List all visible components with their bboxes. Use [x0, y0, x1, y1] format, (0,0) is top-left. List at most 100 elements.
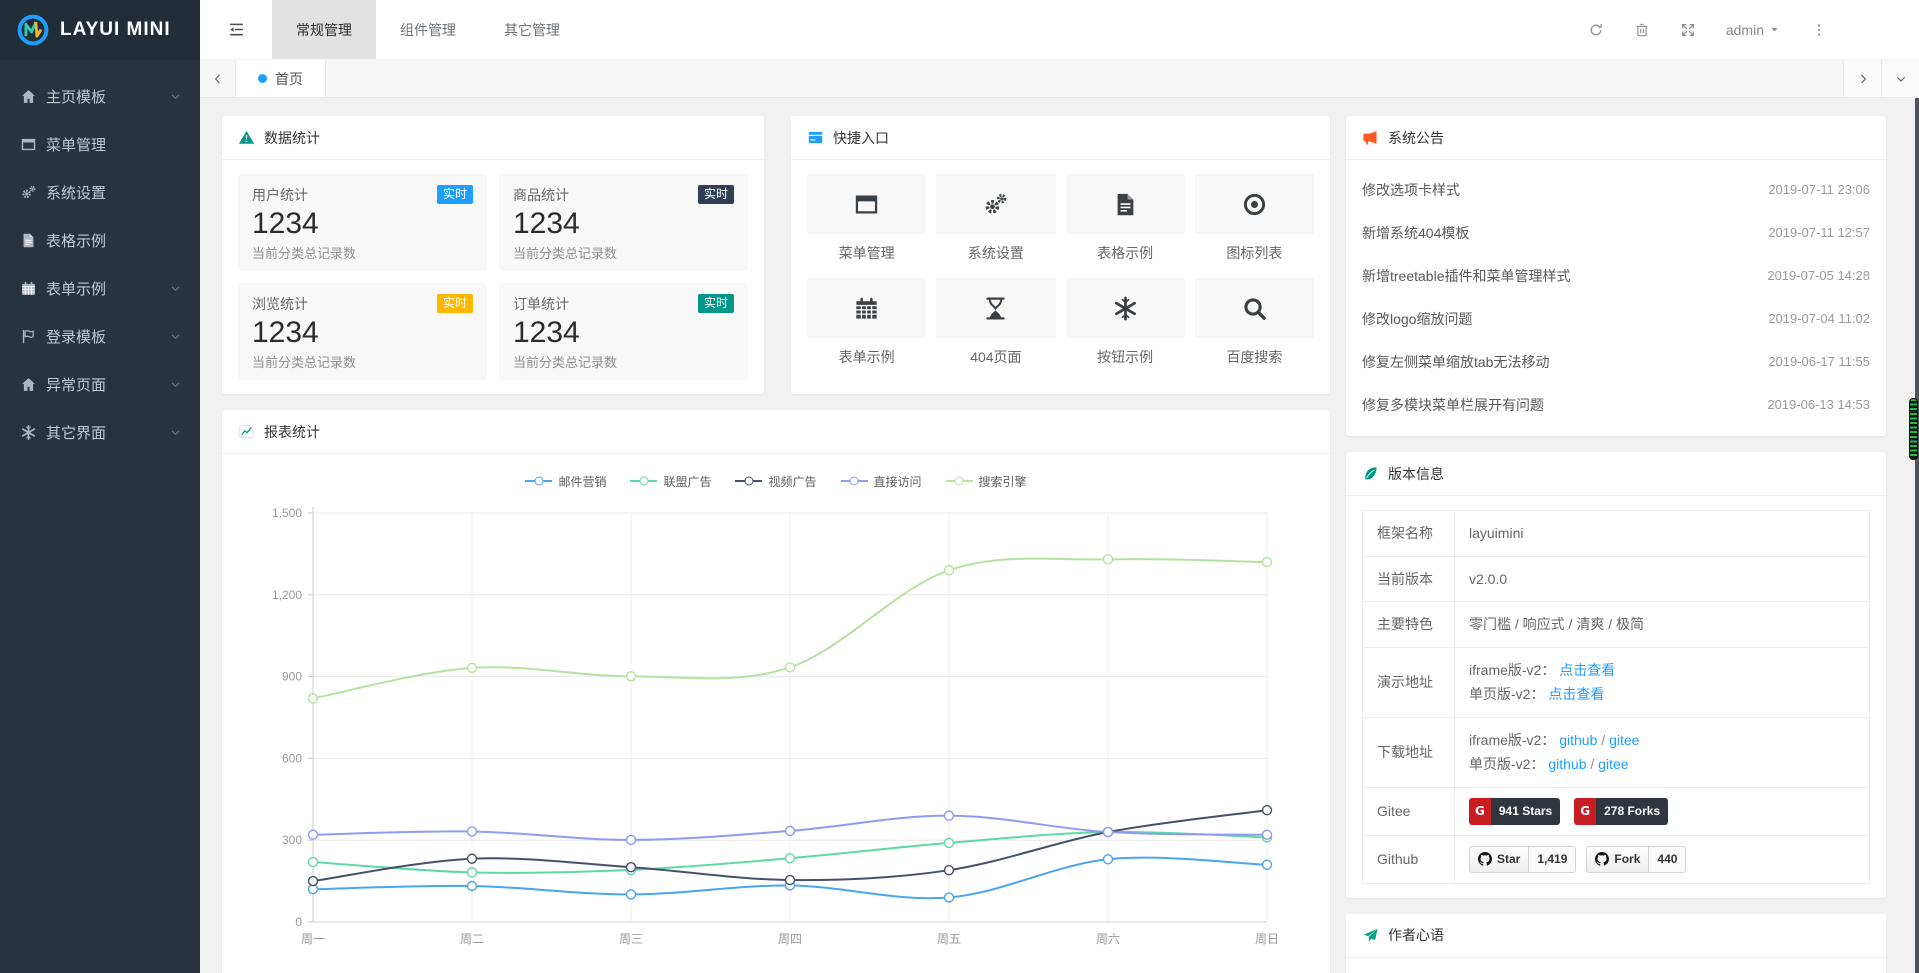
quick-entry[interactable]: 菜单管理 — [807, 174, 926, 263]
stat-label: 商品统计 — [513, 185, 569, 205]
credit-card-icon — [807, 129, 824, 146]
more-menu-icon[interactable] — [1811, 22, 1827, 38]
notice-text: 新增系统404模板 — [1362, 223, 1469, 243]
chevron-down-icon — [169, 330, 182, 343]
quick-entry-box — [936, 278, 1055, 338]
version-row-label: Gitee — [1363, 787, 1455, 835]
sidebar-item[interactable]: 异常页面 — [0, 360, 200, 408]
quick-entry[interactable]: 表格示例 — [1066, 174, 1185, 263]
quick-entry-label: 按钮示例 — [1066, 347, 1185, 367]
notice-card: 系统公告 修改选项卡样式2019-07-11 23:06新增系统404模板201… — [1346, 116, 1886, 436]
quick-entry[interactable]: 404页面 — [936, 278, 1055, 367]
legend-item[interactable]: 直接访问 — [841, 473, 922, 490]
stat-value: 1234 — [252, 314, 473, 352]
tabs-scroll-left-icon[interactable] — [211, 72, 225, 86]
sidebar-item-label: 其它界面 — [46, 422, 169, 443]
search-icon — [1241, 295, 1268, 322]
tabs-dropdown-icon[interactable] — [1894, 72, 1908, 86]
notice-text: 修复左侧菜单缩放tab无法移动 — [1362, 352, 1549, 372]
version-row-label: Github — [1363, 835, 1455, 883]
link[interactable]: gitee — [1609, 732, 1639, 748]
scrollbar-thumb[interactable] — [1909, 398, 1918, 460]
legend-marker — [946, 480, 973, 482]
realtime-badge: 实时 — [437, 294, 473, 313]
quick-entry-label: 表单示例 — [807, 347, 926, 367]
legend-item[interactable]: 联盟广告 — [630, 473, 711, 490]
notice-time: 2019-06-13 14:53 — [1767, 397, 1870, 412]
link[interactable]: github — [1548, 756, 1586, 772]
sidebar-item[interactable]: 表格示例 — [0, 216, 200, 264]
fullscreen-icon[interactable] — [1680, 22, 1696, 38]
gitee-badge[interactable]: G941 Stars — [1469, 798, 1560, 825]
link[interactable]: 点击查看 — [1548, 686, 1604, 702]
notice-text: 新增treetable插件和菜单管理样式 — [1362, 266, 1570, 286]
version-link-line: 单页版-v2： github / gitee — [1469, 752, 1855, 777]
gitee-badge[interactable]: G278 Forks — [1574, 798, 1668, 825]
sidebar-item[interactable]: 表单示例 — [0, 264, 200, 312]
user-dropdown[interactable]: admin — [1726, 22, 1781, 38]
sidebar-item-label: 系统设置 — [46, 182, 182, 203]
top-tab[interactable]: 其它管理 — [480, 0, 584, 59]
file-icon — [1112, 191, 1139, 218]
top-tab[interactable]: 组件管理 — [376, 0, 480, 59]
version-card: 版本信息 框架名称layuimini当前版本v2.0.0主要特色零门槛 / 响应… — [1346, 452, 1886, 898]
legend-label: 联盟广告 — [663, 473, 711, 490]
notice-time: 2019-07-04 11:02 — [1768, 311, 1870, 326]
notice-time: 2019-07-05 14:28 — [1767, 268, 1870, 283]
quick-entry-label: 404页面 — [936, 347, 1055, 367]
sidebar-item[interactable]: 登录模板 — [0, 312, 200, 360]
quick-entry[interactable]: 图标列表 — [1195, 174, 1314, 263]
brand[interactable]: LAYUI MINI — [0, 0, 200, 60]
quick-entry[interactable]: 按钮示例 — [1066, 278, 1185, 367]
github-badge[interactable]: Fork440 — [1586, 846, 1686, 873]
quick-entry[interactable]: 百度搜索 — [1195, 278, 1314, 367]
top-tab[interactable]: 常规管理 — [272, 0, 376, 59]
sidebar-toggle-icon[interactable] — [227, 20, 246, 39]
sidebar-item-label: 异常页面 — [46, 374, 169, 395]
clear-cache-icon[interactable] — [1634, 22, 1650, 38]
tab-home[interactable]: 首页 — [236, 60, 326, 97]
link-separator: / — [1587, 756, 1599, 772]
gitee-badge-label: 278 Forks — [1596, 798, 1668, 825]
stats-card: 数据统计 用户统计实时1234当前分类总记录数商品统计实时1234当前分类总记录… — [222, 116, 764, 394]
legend-marker — [841, 480, 868, 482]
sidebar-item[interactable]: 菜单管理 — [0, 120, 200, 168]
line-chart-icon — [238, 423, 255, 440]
sidebar-item[interactable]: 系统设置 — [0, 168, 200, 216]
quick-entry[interactable]: 表单示例 — [807, 278, 926, 367]
notice-item: 新增系统404模板 2019-07-11 12:57 — [1362, 211, 1870, 254]
link[interactable]: 点击查看 — [1559, 662, 1615, 678]
calendar-icon — [853, 295, 880, 322]
stat-desc: 当前分类总记录数 — [513, 352, 734, 371]
link[interactable]: gitee — [1598, 756, 1628, 772]
refresh-icon[interactable] — [1588, 22, 1604, 38]
github-badge[interactable]: Star1,419 — [1469, 846, 1576, 873]
notice-time: 2019-06-17 11:55 — [1768, 354, 1870, 369]
link[interactable]: github — [1559, 732, 1597, 748]
link-prefix: iframe版-v2： — [1469, 662, 1559, 678]
svg-text:周三: 周三 — [619, 932, 643, 946]
version-link-line: 单页版-v2： 点击查看 — [1469, 682, 1855, 707]
version-link-line: iframe版-v2： github / gitee — [1469, 728, 1855, 753]
stat-desc: 当前分类总记录数 — [513, 243, 734, 262]
scrollbar-track[interactable] — [1915, 98, 1919, 973]
sidebar-item[interactable]: 主页模板 — [0, 72, 200, 120]
github-badge-label: Star — [1497, 849, 1520, 870]
version-row-value: iframe版-v2： 点击查看单页版-v2： 点击查看 — [1455, 647, 1870, 717]
stat-box-header: 浏览统计实时 — [252, 294, 473, 314]
quick-entry[interactable]: 系统设置 — [936, 174, 1055, 263]
notice-time: 2019-07-11 12:57 — [1768, 225, 1870, 240]
legend-label: 搜索引擎 — [979, 473, 1027, 490]
legend-item[interactable]: 视频广告 — [735, 473, 816, 490]
tabs-scroll-right-icon[interactable] — [1856, 72, 1870, 86]
quick-entry-box — [1195, 278, 1314, 338]
page-content: 数据统计 用户统计实时1234当前分类总记录数商品统计实时1234当前分类总记录… — [200, 98, 1919, 973]
realtime-badge: 实时 — [437, 185, 473, 204]
sidebar-item[interactable]: 其它界面 — [0, 408, 200, 456]
asterisk-icon — [20, 424, 37, 441]
right-column: 系统公告 修改选项卡样式2019-07-11 23:06新增系统404模板201… — [1346, 116, 1886, 973]
legend-item[interactable]: 邮件营销 — [525, 473, 606, 490]
version-row-value: layuimini — [1455, 511, 1870, 557]
github-badge-button: Fork — [1586, 846, 1649, 873]
legend-item[interactable]: 搜索引擎 — [946, 473, 1027, 490]
